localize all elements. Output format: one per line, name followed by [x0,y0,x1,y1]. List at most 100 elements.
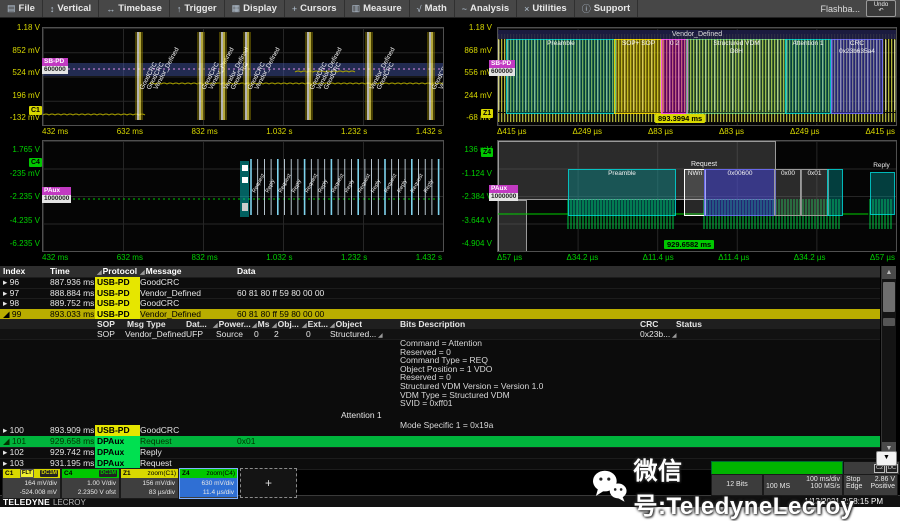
add-trace-button[interactable]: + [240,468,297,498]
detail-column-header: Bits Description [400,319,465,329]
segment-label: 0 2 [662,40,687,48]
menu-utilities[interactable]: ×Utilities [517,0,575,17]
decoder-bitrate: 600000 [42,66,68,74]
trigger-type: Edge [846,483,862,490]
menu-file[interactable]: ▤File [0,0,43,17]
cursors-icon: + [292,4,297,14]
menu-cursors[interactable]: +Cursors [285,0,345,17]
offset-value: -524.008 mV [20,489,57,496]
detail-value: 0x23b... [640,329,670,339]
x-tick: 632 ms [117,253,143,262]
burst-annotation: Reply [265,178,277,193]
table-row[interactable]: ▸ 100893.909 msUSB-PDGoodCRC [0,425,880,437]
tdiv-value: 83 µs/div [149,489,175,496]
flt-badge: FLT [20,469,34,478]
detail-value: 0 [306,329,311,339]
x-tick: Δ83 µs [719,127,744,136]
c1-channel-badge[interactable]: C1 [29,106,42,115]
c4-descriptor[interactable]: C4 DC1M 1.00 V/div 2.2350 V ofst [61,468,120,499]
x-tick: 1.032 s [266,127,292,136]
flashback-label[interactable]: Flashba... [820,4,860,14]
scrollbar-thumb[interactable] [883,282,895,312]
detail-column-header: Obj... [278,319,299,329]
detail-value: Structured... [330,329,376,339]
undo-button[interactable]: Undo ↶ [866,0,896,17]
z1-descriptor[interactable]: Z1 zoom(C1) 156 mV/div 83 µs/div [120,468,179,499]
z4-reply-banner: Reply [868,162,895,169]
row-index: ▸ 103 [3,458,24,468]
c1-descriptor[interactable]: C1 FLT DC1M 164 mV/div -524.008 mV [2,468,61,499]
c1-x-axis: 432 ms632 ms832 ms1.032 s1.232 s1.432 s [42,127,442,136]
z4-trace-badge[interactable]: Z4 [481,148,493,157]
c4-waveform-grid[interactable]: RequestReplyRequestReplyRequestReplyRequ… [42,140,444,252]
sample-rate: 100 MS/s [810,483,840,490]
x-tick: 1.032 s [266,253,292,262]
c4-channel-badge[interactable]: C4 [29,158,42,167]
c1-decoder-badge[interactable]: SB-PD 600000 [42,58,68,74]
c1-waveform-grid[interactable]: GoodCRCGoodCRCVendor_DefinedGoodCRCVendo… [42,27,444,126]
menu-support[interactable]: ⓘSupport [575,0,638,17]
collapse-panel-button[interactable]: ▼ [876,451,897,466]
x-tick: Δ34.2 µs [794,253,826,262]
segment-label: Preamble [507,40,615,48]
z1-zoom-grid[interactable]: Vendor_Defined PreambleSOP+ SOP0 2Struct… [497,27,897,126]
x-tick: 1.432 s [416,127,442,136]
z1-time-badge: 893.3994 ms [655,114,705,123]
trigger-box[interactable]: Stop 2.86 V Edge Positive [843,474,898,496]
row-message: Request [140,458,172,468]
decoder-bitrate: 1000000 [489,193,518,201]
sort-icon[interactable]: ◢ [97,270,102,276]
x-tick: Δ11.4 µs [643,253,674,262]
menu-math[interactable]: √Math [410,0,455,17]
burst-annotation: Reply [317,178,329,193]
menu-analysis[interactable]: ~Analysis [455,0,517,17]
z1-decoder-badge[interactable]: SB-PD 600000 [489,60,515,76]
detail-column-header: CRC [640,319,658,329]
scroll-up-icon[interactable]: ▲ [882,266,896,279]
row-message: GoodCRC [140,277,179,287]
table-row[interactable]: ▸ 102929.742 msDPAuxReply [0,447,880,459]
menu-vertical[interactable]: ↕Vertical [43,0,99,17]
row-time: 888.884 ms [50,288,94,298]
x-tick: Δ34.2 µs [566,253,598,262]
z4-descriptor[interactable]: Z4 zoom(C4) 630 mV/div 11.4 µs/div [179,468,238,499]
row-index: ▸ 100 [3,425,24,435]
menu-display[interactable]: ▦Display [225,0,285,17]
bits-line: SVID = 0xff01 [0,399,880,408]
menu-measure[interactable]: ▥Measure [345,0,410,17]
scrollbar-thumb2[interactable] [883,318,895,326]
sort-icon[interactable]: ◢ [140,270,145,276]
x-tick: 432 ms [42,127,68,136]
timebase-box[interactable]: 100 ms/div 100 MS 100 MS/s [763,474,843,496]
table-scrollbar[interactable]: ▲ ▼ [881,266,896,455]
menu-label: Vertical [57,3,91,14]
row-time: 893.033 ms [50,309,94,319]
menu-trigger[interactable]: ↑Trigger [170,0,225,17]
x-tick: 832 ms [191,127,217,136]
x-tick: Δ249 µs [790,127,820,136]
detail-value: Vendor_Defined [125,329,186,339]
y-tick: -1.124 V [452,170,492,178]
adc-bits-box[interactable]: 12 Bits [711,474,763,496]
z1-trace-badge[interactable]: Z1 [481,109,493,118]
decode-segment: NWri [684,169,706,216]
detail-column-header: Ms [258,319,270,329]
decode-segment [827,169,843,216]
z4-zoom-grid[interactable]: Request PreambleNWri0x006000x000x01 Repl… [497,140,897,252]
protocol-cell: USB-PD [95,309,140,320]
menu-timebase[interactable]: ↔Timebase [99,0,170,17]
table-row[interactable]: ◢ 101929.658 msDPAuxRequest0x01 [0,436,880,448]
timebase-header[interactable] [711,461,843,475]
z4-decoder-badge[interactable]: PAux 1000000 [489,185,518,201]
trigger-level: 2.86 V [875,476,895,483]
x-tick: Δ415 µs [865,127,895,136]
y-tick: 868 mV [452,47,492,55]
y-tick: -235 mV [0,170,40,178]
memory-length: 100 MS [766,483,790,490]
x-tick: Δ415 µs [497,127,527,136]
offset-value: 2.2350 V ofst [78,489,116,496]
menu-label: Trigger [184,3,216,14]
y-tick: -2.235 V [0,193,40,201]
detail-column-header: Object [336,319,362,329]
c4-decoder-badge[interactable]: PAux 1000000 [42,187,71,203]
